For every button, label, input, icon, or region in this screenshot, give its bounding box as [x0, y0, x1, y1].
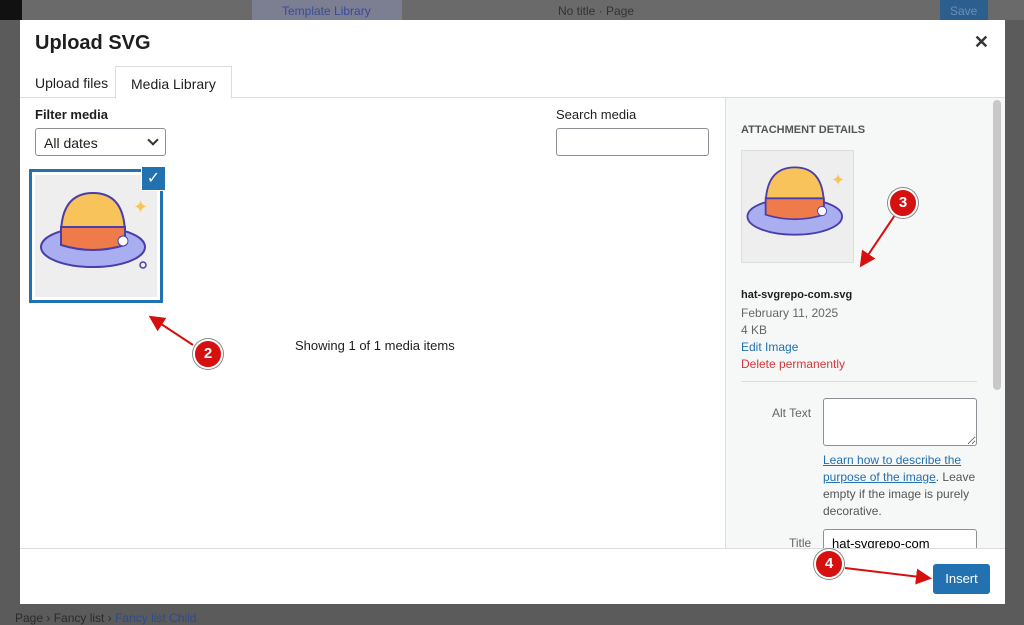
arrow-2 — [148, 315, 194, 346]
arrow-4 — [844, 567, 932, 585]
annotation-arrows — [148, 214, 932, 585]
annotation-badge: 2 — [193, 339, 223, 369]
annotation-badge: 3 — [888, 188, 918, 218]
arrow-3 — [859, 214, 896, 268]
annotation-badge: 4 — [814, 549, 844, 579]
